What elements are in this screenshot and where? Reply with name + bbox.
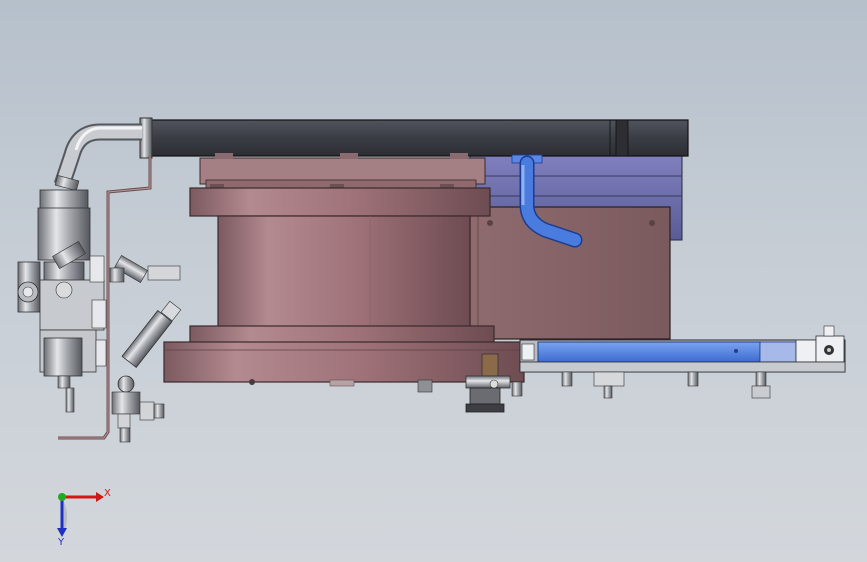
rail-fittings — [561, 371, 771, 399]
origin-marker — [58, 493, 66, 501]
x-axis-arrow — [96, 492, 104, 502]
main-housing[interactable] — [163, 187, 525, 393]
assembly-drawing: X Y — [17, 117, 846, 548]
upper-clamp[interactable] — [199, 153, 486, 191]
elbow-pipe[interactable] — [53, 123, 142, 192]
x-axis-label: X — [104, 488, 111, 499]
valve-body[interactable] — [17, 189, 107, 413]
axis-triad: X Y — [57, 488, 111, 548]
cad-viewport[interactable]: X Y — [0, 0, 867, 562]
y-axis-label: Y — [57, 537, 65, 548]
mounting-bracket[interactable] — [469, 206, 671, 340]
top-plate[interactable] — [139, 117, 689, 159]
y-axis-arrow — [57, 528, 67, 537]
